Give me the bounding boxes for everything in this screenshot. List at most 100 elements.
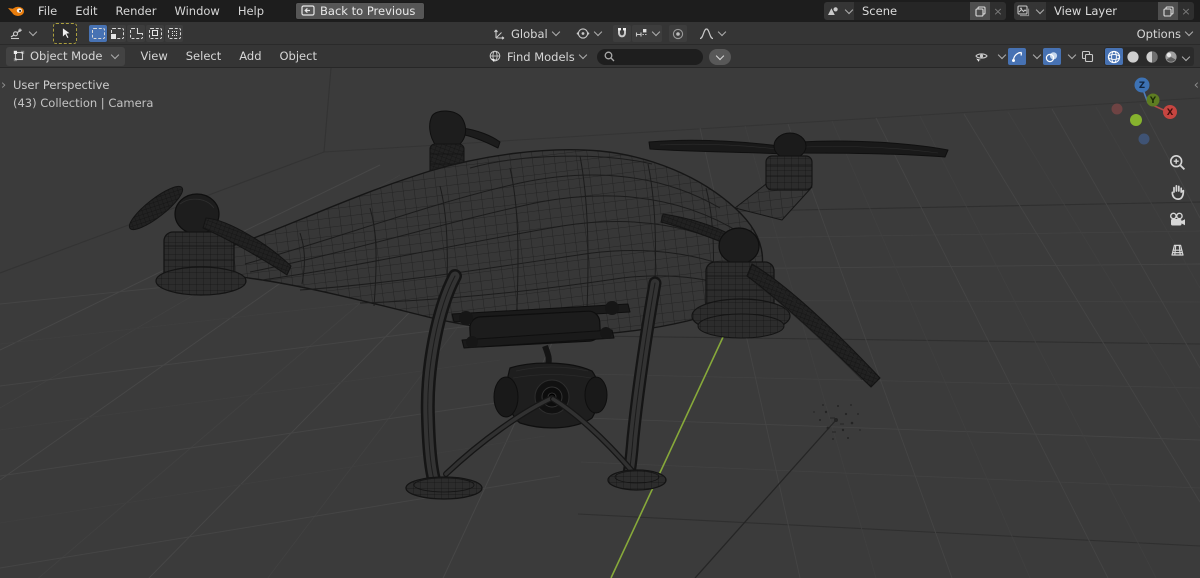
camera-view-button[interactable]	[1167, 210, 1187, 230]
options-dropdown[interactable]: Options	[1137, 22, 1194, 45]
search-input[interactable]	[618, 49, 683, 64]
scene-3d	[0, 68, 1200, 578]
search-icon	[604, 51, 615, 62]
view-layer-browse-button[interactable]	[1014, 2, 1046, 20]
show-overlays-toggle[interactable]	[1043, 48, 1061, 65]
chevron-down-icon	[717, 27, 726, 37]
gizmo-axis-x[interactable]: X	[1163, 105, 1177, 119]
sidebar-expand-arrow[interactable]: ‹	[1194, 78, 1199, 93]
back-screen-icon	[301, 5, 315, 16]
find-models-dropdown[interactable]: Find Models	[483, 47, 591, 66]
toggle-ortho-button[interactable]	[1167, 239, 1187, 259]
shading-solid-button[interactable]	[1124, 48, 1142, 65]
shading-rendered-button[interactable]	[1162, 48, 1180, 65]
xray-toggle[interactable]	[1078, 48, 1096, 65]
scene-browse-button[interactable]	[824, 2, 854, 20]
chevron-down-icon	[551, 27, 560, 37]
view-layer-new-button[interactable]	[1158, 2, 1178, 20]
view-layer-name-field[interactable]: View Layer	[1046, 2, 1158, 20]
menu-select[interactable]: Select	[177, 45, 230, 67]
chevron-down-icon	[1181, 52, 1191, 61]
back-to-previous-button[interactable]: Back to Previous	[295, 2, 426, 20]
camera-view-icon	[1170, 212, 1185, 226]
view-layer-selector: View Layer ×	[1014, 2, 1194, 20]
orientation-label: Global	[511, 26, 548, 41]
toolbar-expand-arrow[interactable]: ›	[1, 78, 6, 93]
viewport-overlay-text: User Perspective (43) Collection | Camer…	[13, 76, 153, 112]
object-visibility-dropdown[interactable]	[971, 48, 991, 65]
svg-text:X: X	[1167, 108, 1174, 118]
mode-dropdown[interactable]: Object Mode	[6, 46, 126, 66]
pan-button[interactable]	[1167, 181, 1187, 201]
chevron-down-icon	[1035, 5, 1045, 14]
scene-selector: Scene ×	[824, 2, 1006, 20]
menu-view[interactable]: View	[131, 45, 176, 67]
duplicate-icon	[974, 5, 986, 17]
blender-window: File Edit Render Window Help Back to Pre…	[0, 0, 1200, 578]
proportional-falloff-dropdown[interactable]	[694, 24, 730, 43]
find-models-label: Find Models	[507, 49, 575, 64]
select-box-tool-button[interactable]	[53, 22, 77, 44]
select-invert-icon	[148, 27, 162, 39]
menu-object[interactable]: Object	[271, 45, 326, 67]
zoom-button[interactable]	[1167, 152, 1187, 172]
transform-orientation-dropdown[interactable]: Global	[487, 24, 564, 43]
scene-icon	[828, 7, 838, 15]
gizmo-axis-neg-y[interactable]	[1130, 114, 1142, 126]
active-tool-dropdown[interactable]	[5, 24, 41, 43]
viewport-canvas[interactable]: User Perspective (43) Collection | Camer…	[0, 68, 1200, 578]
pivot-point-dropdown[interactable]	[571, 24, 606, 43]
model-search-box[interactable]	[596, 48, 703, 65]
gizmo-axis-neg-x[interactable]	[1111, 103, 1123, 115]
view-layer-remove-button[interactable]: ×	[1178, 2, 1194, 20]
chevron-down-icon	[28, 27, 38, 36]
select-mode-extend-button[interactable]	[108, 24, 126, 42]
particle-scatter	[694, 404, 861, 578]
select-mode-intersect-button[interactable]	[165, 24, 183, 42]
view-name-text: User Perspective	[13, 78, 110, 92]
chevron-down-icon	[651, 27, 660, 37]
select-mode-subtract-button[interactable]	[127, 24, 145, 42]
snap-toggle-button[interactable]	[612, 25, 631, 42]
topbar-right: Scene × View Layer ×	[824, 2, 1200, 20]
chevron-down-icon	[997, 50, 1007, 60]
gizmo-axis-z[interactable]: Z	[1134, 77, 1150, 93]
shading-material-button[interactable]	[1143, 48, 1161, 65]
solid-sphere-icon	[1127, 50, 1139, 63]
navigation-gizmo[interactable]: Z Y X	[1104, 76, 1190, 152]
proportional-editing-button[interactable]	[668, 25, 687, 42]
active-object-text: (43) Collection | Camera	[13, 96, 154, 110]
select-set-icon	[91, 27, 105, 39]
select-mode-invert-button[interactable]	[146, 24, 164, 42]
menu-help[interactable]: Help	[229, 0, 273, 22]
tweak-tool-icon	[10, 28, 22, 39]
chevron-down-icon	[844, 5, 854, 14]
select-intersect-icon	[167, 27, 181, 39]
blender-logo-icon[interactable]	[7, 4, 25, 18]
object-mode-icon	[13, 50, 25, 62]
scene-unlink-button[interactable]: ×	[990, 2, 1006, 20]
view-layer-icon	[1017, 5, 1030, 17]
xray-icon	[1081, 50, 1093, 63]
select-mode-set-button[interactable]	[89, 24, 107, 42]
select-mode-group	[89, 24, 183, 42]
menu-window[interactable]: Window	[165, 0, 228, 22]
topbar: File Edit Render Window Help Back to Pre…	[0, 0, 1200, 22]
search-filter-dropdown[interactable]	[708, 48, 731, 65]
orthographic-grid-icon	[1170, 244, 1184, 256]
menu-edit[interactable]: Edit	[66, 0, 106, 22]
shading-wireframe-button[interactable]	[1105, 48, 1123, 65]
drone-wireframe-model	[128, 110, 949, 500]
scene-name-field[interactable]: Scene	[854, 2, 970, 20]
gizmo-axis-neg-z[interactable]	[1138, 133, 1150, 145]
gizmo-axis-y[interactable]: Y	[1146, 93, 1160, 107]
shading-mode-group	[1104, 47, 1194, 66]
snap-settings-dropdown[interactable]	[631, 25, 662, 42]
scene-new-button[interactable]	[970, 2, 990, 20]
menu-add[interactable]: Add	[230, 45, 270, 67]
show-gizmo-toggle[interactable]	[1008, 48, 1026, 65]
chevron-down-icon	[578, 50, 587, 60]
chevron-down-icon	[715, 51, 724, 60]
menu-file[interactable]: File	[29, 0, 66, 22]
menu-render[interactable]: Render	[107, 0, 166, 22]
